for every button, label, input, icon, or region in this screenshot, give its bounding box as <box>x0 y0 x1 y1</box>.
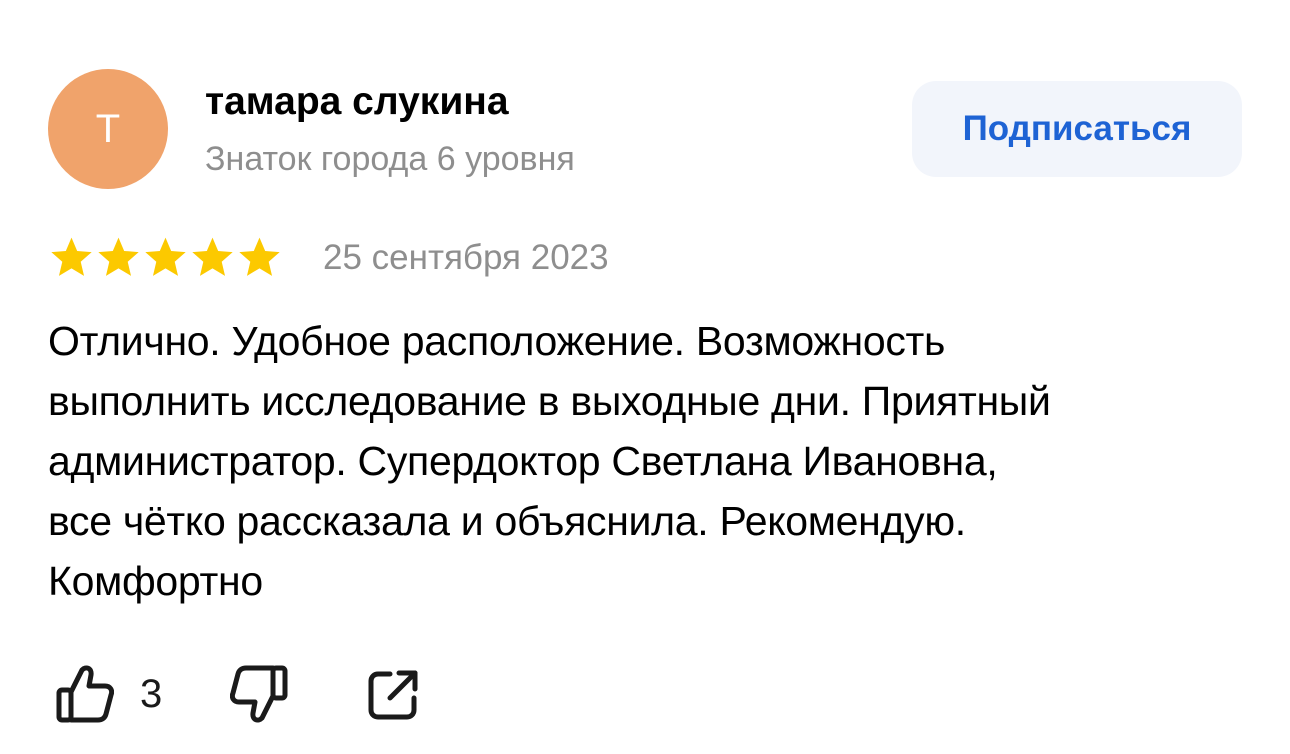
like-count: 3 <box>140 672 163 716</box>
thumbs-down-icon <box>230 664 288 724</box>
review-text-line: администратор. Супердоктор Светлана Иван… <box>48 438 998 484</box>
review-text-line: Отлично. Удобное расположение. Возможнос… <box>48 318 946 364</box>
review-text-line: все чётко рассказала и объяснила. Рекоме… <box>48 498 966 544</box>
review-card: T тамара слукина Знаток города 6 уровня … <box>0 0 1290 754</box>
avatar-letter: T <box>95 106 121 151</box>
like-button[interactable]: 3 <box>56 664 162 724</box>
star-icon <box>239 237 280 276</box>
review-text: Отлично. Удобное расположение. Возможнос… <box>48 311 1248 611</box>
author-name[interactable]: тамара слукина <box>205 78 509 126</box>
review-text-line: выполнить исследование в выходные дни. П… <box>48 378 1051 424</box>
star-icon <box>51 237 92 276</box>
share-button[interactable] <box>366 668 420 722</box>
review-text-line: Комфортно <box>48 558 263 604</box>
subscribe-button[interactable]: Подписаться <box>912 81 1242 177</box>
avatar[interactable]: T <box>48 69 168 189</box>
star-icon <box>98 237 139 276</box>
star-icon <box>145 237 186 276</box>
star-icon <box>192 237 233 276</box>
dislike-button[interactable] <box>230 664 288 724</box>
rating-stars <box>48 234 283 282</box>
thumbs-up-icon <box>56 664 114 724</box>
share-icon <box>366 668 420 722</box>
author-level: Знаток города 6 уровня <box>205 140 575 178</box>
review-date: 25 сентября 2023 <box>323 238 609 277</box>
